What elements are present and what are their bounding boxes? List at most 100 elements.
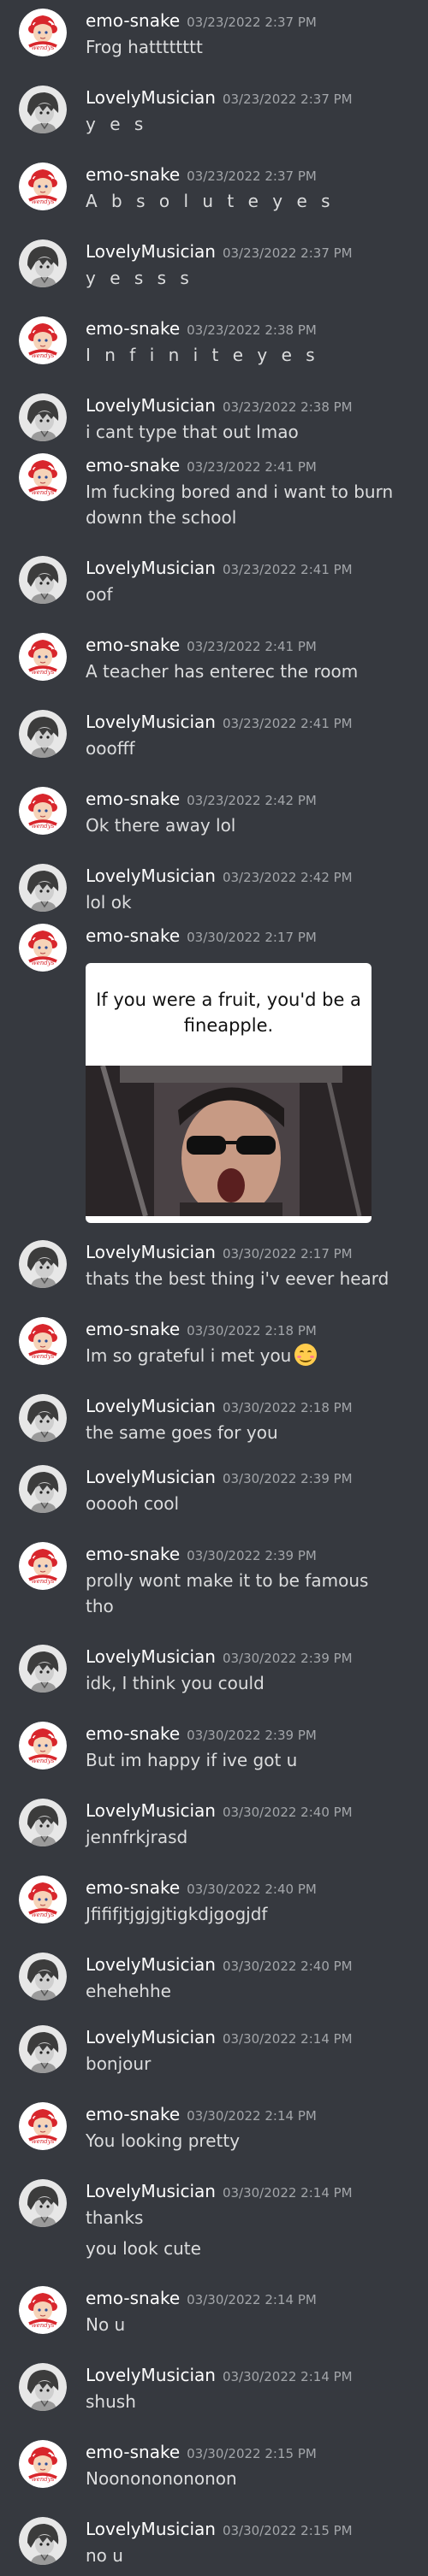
- username[interactable]: LovelyMusician: [86, 2181, 216, 2201]
- username[interactable]: emo-snake: [86, 455, 180, 476]
- avatar-emo-snake[interactable]: wendys: [19, 1722, 67, 1770]
- avatar-emo-snake[interactable]: wendys: [19, 453, 67, 501]
- avatar-lovelymusician[interactable]: [19, 1240, 67, 1288]
- username[interactable]: LovelyMusician: [86, 2519, 216, 2539]
- message-text: Noonononononon: [86, 2468, 237, 2489]
- avatar-lovelymusician[interactable]: [19, 1394, 67, 1442]
- message-text: A teacher has enterec the room: [86, 661, 359, 682]
- avatar-lovelymusician[interactable]: [19, 239, 67, 287]
- username[interactable]: emo-snake: [86, 164, 180, 185]
- avatar-emo-snake[interactable]: wendys: [19, 633, 67, 681]
- username[interactable]: emo-snake: [86, 1319, 180, 1339]
- username[interactable]: emo-snake: [86, 2288, 180, 2308]
- username[interactable]: emo-snake: [86, 1877, 180, 1898]
- avatar-emo-snake[interactable]: wendys: [19, 162, 67, 210]
- avatar-emo-snake[interactable]: wendys: [19, 2286, 67, 2334]
- timestamp: 03/23/2022 2:41 PM: [187, 639, 317, 654]
- svg-text:wendys: wendys: [32, 2322, 55, 2329]
- timestamp: 03/30/2022 2:18 PM: [222, 1400, 353, 1415]
- timestamp: 03/30/2022 2:15 PM: [222, 2523, 353, 2538]
- avatar-lovelymusician[interactable]: [19, 2179, 67, 2227]
- username[interactable]: LovelyMusician: [86, 1467, 216, 1487]
- message-text: idk, I think you could: [86, 1673, 265, 1693]
- message-text: jennfrkjrasd: [86, 1827, 188, 1847]
- message-text: Jfififjtjgjgjtigkdjgogjdf: [86, 1904, 268, 1924]
- avatar-lovelymusician[interactable]: [19, 2025, 67, 2073]
- avatar-lovelymusician[interactable]: [19, 393, 67, 441]
- username[interactable]: LovelyMusician: [86, 2365, 216, 2385]
- username[interactable]: LovelyMusician: [86, 2027, 216, 2047]
- username[interactable]: emo-snake: [86, 2104, 180, 2124]
- avatar-lovelymusician[interactable]: [19, 1953, 67, 2000]
- image-embed[interactable]: If you were a fruit, you'd be a fineappl…: [86, 963, 372, 1223]
- timestamp: 03/30/2022 2:14 PM: [222, 2185, 353, 2201]
- message-text: Ok there away lol: [86, 815, 236, 836]
- username[interactable]: LovelyMusician: [86, 1954, 216, 1975]
- timestamp: 03/30/2022 2:18 PM: [187, 1323, 317, 1338]
- avatar-lovelymusician[interactable]: [19, 556, 67, 604]
- avatar-emo-snake[interactable]: wendys: [19, 1317, 67, 1365]
- username[interactable]: emo-snake: [86, 789, 180, 809]
- svg-text:wendys: wendys: [32, 2476, 55, 2483]
- avatar-emo-snake[interactable]: wendys: [19, 924, 67, 972]
- svg-text:wendys: wendys: [32, 823, 55, 830]
- timestamp: 03/23/2022 2:37 PM: [222, 92, 353, 107]
- timestamp: 03/23/2022 2:37 PM: [187, 15, 317, 30]
- avatar-emo-snake[interactable]: wendys: [19, 9, 67, 56]
- message-text: But im happy if ive got u: [86, 1750, 298, 1770]
- svg-text:wendys: wendys: [32, 352, 55, 359]
- username[interactable]: emo-snake: [86, 318, 180, 339]
- username[interactable]: LovelyMusician: [86, 866, 216, 886]
- message-text: I n f i n i t e y e s: [86, 345, 319, 365]
- message-text: the same goes for you: [86, 1422, 278, 1443]
- message-text: shush: [86, 2391, 136, 2412]
- chat-log: wendys emo-snake 03/23/2022 2:37 PM Frog …: [0, 0, 428, 2576]
- username[interactable]: emo-snake: [86, 1544, 180, 1564]
- avatar-lovelymusician[interactable]: [19, 710, 67, 758]
- svg-text:wendys: wendys: [32, 960, 55, 966]
- timestamp: 03/30/2022 2:17 PM: [222, 1246, 353, 1261]
- avatar-emo-snake[interactable]: wendys: [19, 2102, 67, 2150]
- avatar-lovelymusician[interactable]: [19, 2363, 67, 2411]
- timestamp: 03/30/2022 2:39 PM: [187, 1548, 317, 1563]
- avatar-emo-snake[interactable]: wendys: [19, 1542, 67, 1590]
- avatar-emo-snake[interactable]: wendys: [19, 2440, 67, 2488]
- username[interactable]: LovelyMusician: [86, 1800, 216, 1821]
- message-text: oof: [86, 584, 113, 605]
- username[interactable]: LovelyMusician: [86, 1242, 216, 1262]
- username[interactable]: LovelyMusician: [86, 712, 216, 732]
- username[interactable]: LovelyMusician: [86, 1396, 216, 1416]
- username[interactable]: LovelyMusician: [86, 395, 216, 416]
- avatar-lovelymusician[interactable]: [19, 86, 67, 133]
- username[interactable]: LovelyMusician: [86, 1646, 216, 1667]
- avatar-emo-snake[interactable]: wendys: [19, 316, 67, 364]
- message-text: ehehehhe: [86, 1981, 171, 2001]
- svg-text:wendys: wendys: [32, 1353, 55, 1360]
- svg-text:wendys: wendys: [32, 44, 55, 51]
- username[interactable]: LovelyMusician: [86, 87, 216, 108]
- svg-text:wendys: wendys: [32, 669, 55, 676]
- avatar-lovelymusician[interactable]: [19, 1465, 67, 1513]
- avatar-lovelymusician[interactable]: [19, 1799, 67, 1846]
- username[interactable]: LovelyMusician: [86, 241, 216, 262]
- username[interactable]: emo-snake: [86, 925, 180, 946]
- username[interactable]: emo-snake: [86, 2442, 180, 2462]
- message-text: Im fucking bored and i want to burn down…: [86, 482, 394, 528]
- gif-image[interactable]: [86, 1066, 372, 1216]
- username[interactable]: emo-snake: [86, 1723, 180, 1744]
- username[interactable]: emo-snake: [86, 10, 180, 31]
- embed-caption: If you were a fruit, you'd be a fineappl…: [96, 990, 361, 1036]
- timestamp: 03/30/2022 2:17 PM: [187, 930, 317, 945]
- avatar-lovelymusician[interactable]: [19, 2517, 67, 2565]
- avatar-emo-snake[interactable]: wendys: [19, 787, 67, 835]
- timestamp: 03/30/2022 2:39 PM: [222, 1651, 353, 1666]
- avatar-lovelymusician[interactable]: [19, 864, 67, 912]
- message-row: Im so grateful i met you: [86, 1343, 394, 1368]
- message-text: no u: [86, 2545, 123, 2566]
- avatar-emo-snake[interactable]: wendys: [19, 1876, 67, 1923]
- avatar-lovelymusician[interactable]: [19, 1645, 67, 1693]
- username[interactable]: emo-snake: [86, 635, 180, 655]
- username[interactable]: LovelyMusician: [86, 558, 216, 578]
- message-text: y e s s s: [86, 268, 193, 288]
- message-text: prolly wont make it to be famous tho: [86, 1570, 369, 1616]
